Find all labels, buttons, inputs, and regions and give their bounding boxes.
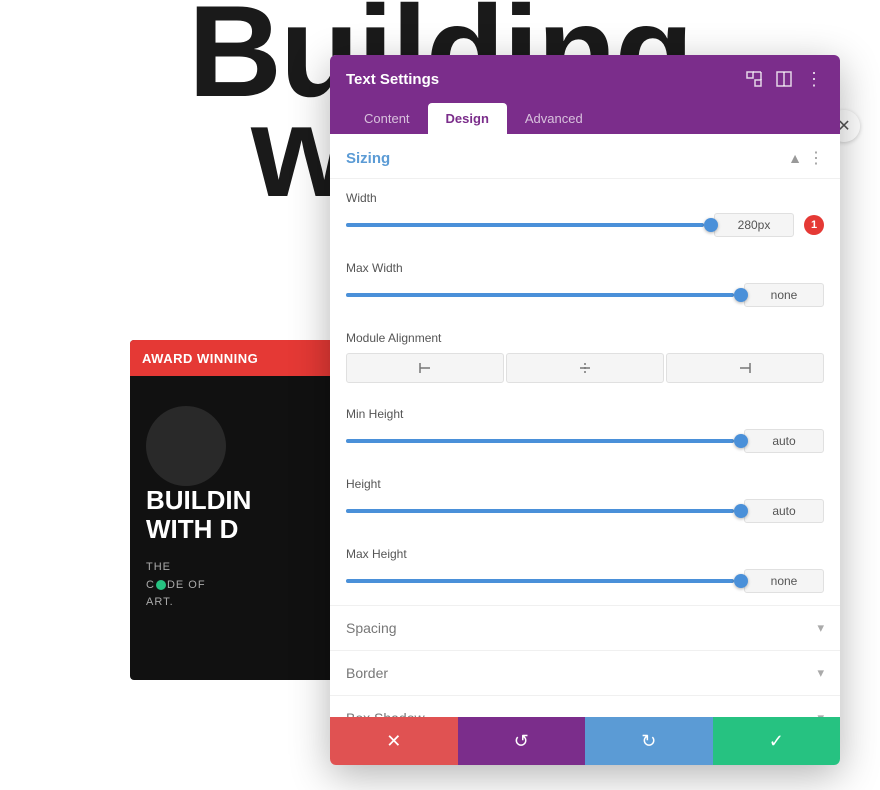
width-field: Width 280px 1 [330, 179, 840, 249]
book-card-red-bar: Award Winning [130, 340, 350, 376]
modal-header-icons: ⋮ [744, 69, 824, 89]
module-alignment-label: Module Alignment [346, 331, 824, 345]
book-card: Award Winning BUILDINWITH D THECDE OFART… [130, 340, 350, 680]
border-label: Border [346, 665, 388, 681]
max-height-control: none [346, 569, 824, 593]
box-shadow-label: Box Shadow [346, 710, 425, 717]
module-alignment-field: Module Alignment [330, 319, 840, 395]
height-label: Height [346, 477, 824, 491]
max-height-slider-fill [346, 579, 734, 583]
sizing-section-header: Sizing ▲ ⋮ [330, 134, 840, 179]
cancel-button[interactable]: ✕ [330, 717, 458, 765]
book-card-subtitle: THECDE OFART. [146, 559, 334, 612]
min-height-value[interactable]: auto [744, 429, 824, 453]
width-badge: 1 [804, 215, 824, 235]
width-slider-fill [346, 223, 704, 227]
min-height-control: auto [346, 429, 824, 453]
layout-icon[interactable] [774, 69, 794, 89]
book-card-circle [146, 406, 226, 486]
undo-button[interactable]: ↺ [458, 717, 586, 765]
text-settings-modal: Text Settings ⋮ Content [330, 55, 840, 765]
expand-icon[interactable] [744, 69, 764, 89]
min-height-slider-track[interactable] [346, 439, 734, 443]
min-height-field: Min Height auto [330, 395, 840, 465]
redo-button[interactable]: ↻ [585, 717, 713, 765]
box-shadow-chevron-icon: ▾ [817, 710, 824, 717]
height-control: auto [346, 499, 824, 523]
tab-design[interactable]: Design [428, 103, 507, 134]
height-slider-thumb[interactable] [734, 504, 748, 518]
max-width-slider-thumb[interactable] [734, 288, 748, 302]
book-card-title: BUILDINWITH D [146, 486, 334, 543]
max-height-value[interactable]: none [744, 569, 824, 593]
book-card-award-text: Award Winning [142, 351, 258, 366]
sizing-more-icon[interactable]: ⋮ [808, 148, 824, 168]
max-height-slider-thumb[interactable] [734, 574, 748, 588]
tab-content[interactable]: Content [346, 103, 428, 134]
min-height-slider-fill [346, 439, 734, 443]
modal-body: Sizing ▲ ⋮ Width 280px 1 Max Width [330, 134, 840, 717]
width-control: 280px 1 [346, 213, 824, 237]
max-width-label: Max Width [346, 261, 824, 275]
tab-advanced[interactable]: Advanced [507, 103, 601, 134]
align-center-button[interactable] [506, 353, 664, 383]
border-section[interactable]: Border ▾ [330, 650, 840, 695]
modal-footer: ✕ ↺ ↻ ✓ [330, 717, 840, 765]
max-width-control: none [346, 283, 824, 307]
border-chevron-icon: ▾ [817, 665, 824, 681]
max-height-field: Max Height none [330, 535, 840, 605]
max-width-slider-fill [346, 293, 734, 297]
height-slider-fill [346, 509, 734, 513]
modal-header: Text Settings ⋮ [330, 55, 840, 103]
spacing-chevron-icon: ▾ [817, 620, 824, 636]
alignment-group [346, 353, 824, 383]
tab-bar: Content Design Advanced [330, 103, 840, 134]
modal-title: Text Settings [346, 71, 439, 88]
align-right-button[interactable] [666, 353, 824, 383]
book-card-body: BUILDINWITH D THECDE OFART. [130, 376, 350, 632]
save-button[interactable]: ✓ [713, 717, 841, 765]
box-shadow-section[interactable]: Box Shadow ▾ [330, 695, 840, 717]
width-slider-thumb[interactable] [704, 218, 718, 232]
max-width-slider-track[interactable] [346, 293, 734, 297]
max-width-field: Max Width none [330, 249, 840, 319]
sizing-chevron-icon[interactable]: ▲ [788, 150, 802, 166]
width-value[interactable]: 280px [714, 213, 794, 237]
module-alignment-control [346, 353, 824, 383]
spacing-section[interactable]: Spacing ▾ [330, 605, 840, 650]
more-options-icon[interactable]: ⋮ [804, 69, 824, 89]
section-header-actions: ▲ ⋮ [788, 148, 824, 168]
spacing-label: Spacing [346, 620, 397, 636]
align-left-button[interactable] [346, 353, 504, 383]
max-height-slider-track[interactable] [346, 579, 734, 583]
sizing-title: Sizing [346, 150, 390, 167]
width-slider-track[interactable] [346, 223, 704, 227]
max-width-value[interactable]: none [744, 283, 824, 307]
height-slider-track[interactable] [346, 509, 734, 513]
min-height-slider-thumb[interactable] [734, 434, 748, 448]
width-label: Width [346, 191, 824, 205]
height-value[interactable]: auto [744, 499, 824, 523]
max-height-label: Max Height [346, 547, 824, 561]
min-height-label: Min Height [346, 407, 824, 421]
height-field: Height auto [330, 465, 840, 535]
